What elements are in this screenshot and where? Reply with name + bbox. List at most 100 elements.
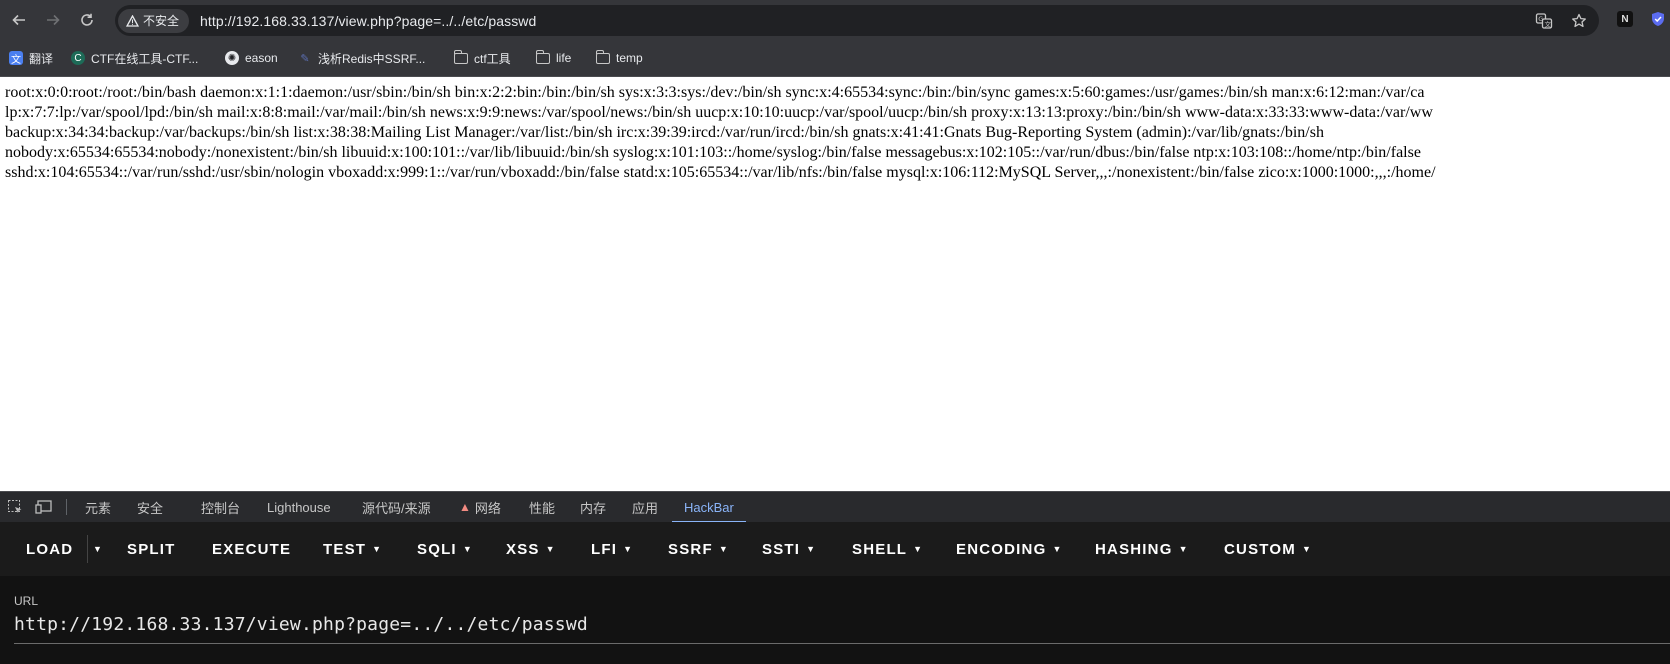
- page-content: root:x:0:0:root:/root:/bin/bash daemon:x…: [0, 77, 1670, 491]
- tab-label: 控制台: [201, 500, 241, 516]
- caret-down-icon: ▼: [1301, 544, 1313, 554]
- back-button[interactable]: [8, 9, 30, 31]
- warning-icon: [126, 14, 139, 27]
- page-icon: ✎: [300, 52, 310, 65]
- bookmark-label: eason: [245, 51, 278, 65]
- tab-label: 源代码/来源: [362, 500, 431, 516]
- translate-icon: 文: [9, 51, 23, 66]
- passwd-line: sshd:x:104:65534::/var/run/sshd:/usr/sbi…: [5, 164, 1436, 181]
- tab-network[interactable]: ▲ 网络: [459, 492, 501, 522]
- caret-down-icon: ▼: [462, 544, 473, 554]
- tab-performance[interactable]: 性能: [529, 492, 555, 522]
- extension-badge: N: [1621, 13, 1629, 25]
- hackbar-execute-button[interactable]: EXECUTE: [212, 522, 291, 576]
- hackbar-lfi-menu[interactable]: LFI ▼: [591, 522, 633, 576]
- button-divider: [87, 535, 88, 563]
- tab-memory[interactable]: 内存: [580, 492, 606, 522]
- caret-down-icon: ▼: [1052, 544, 1063, 554]
- caret-down-icon: ▼: [913, 544, 924, 554]
- security-chip[interactable]: 不安全: [118, 8, 190, 33]
- button-label: SHELL: [852, 540, 908, 558]
- hackbar-ssti-menu[interactable]: SSTI ▼: [762, 522, 816, 576]
- bookmark-folder-temp[interactable]: temp: [595, 40, 643, 76]
- inspect-element-icon[interactable]: [6, 498, 24, 516]
- caret-down-icon: ▼: [623, 544, 634, 554]
- tab-sources[interactable]: 源代码/来源: [362, 492, 431, 522]
- tab-console[interactable]: 控制台: [201, 492, 240, 522]
- folder-icon: [535, 49, 550, 64]
- bookmark-ctf-tools[interactable]: C CTF在线工具-CTF...: [71, 40, 198, 76]
- bookmarks-bar: 文 翻译 C CTF在线工具-CTF... ✺ eason ✎ 浅析Redis中…: [0, 40, 1670, 77]
- passwd-output: root:x:0:0:root:/root:/bin/bash daemon:x…: [5, 83, 1670, 183]
- devtools-tab-bar: 元素 安全 控制台 Lighthouse 源代码/来源 ▲ 网络 性能 内存 应…: [0, 491, 1670, 523]
- hackbar-hashing-menu[interactable]: HASHING ▼: [1095, 522, 1189, 576]
- svg-text:G: G: [1538, 15, 1543, 23]
- caret-down-icon: ▼: [545, 544, 556, 554]
- extension-shield-icon[interactable]: [1650, 11, 1666, 27]
- reload-button[interactable]: [76, 9, 98, 31]
- reload-icon: [81, 13, 93, 26]
- tab-label: 性能: [529, 500, 556, 516]
- tab-elements[interactable]: 元素: [85, 492, 111, 522]
- bookmark-star-icon[interactable]: [1571, 13, 1587, 29]
- button-label: LFI: [591, 540, 618, 558]
- caret-down-icon: ▼: [1178, 544, 1189, 554]
- tab-hackbar[interactable]: HackBar: [672, 492, 746, 523]
- bookmark-folder-ctf[interactable]: ctf工具: [453, 40, 511, 76]
- hackbar-load-button[interactable]: LOAD: [26, 522, 73, 576]
- security-label: 不安全: [143, 14, 180, 28]
- hackbar-sqli-menu[interactable]: SQLI ▼: [417, 522, 473, 576]
- hackbar-shell-menu[interactable]: SHELL ▼: [852, 522, 923, 576]
- bookmark-translate[interactable]: 文 翻译: [9, 40, 53, 76]
- bookmark-label: ctf工具: [474, 51, 511, 66]
- passwd-line: backup:x:34:34:backup:/var/backups:/bin/…: [5, 124, 1324, 141]
- button-label: XSS: [506, 540, 540, 558]
- address-text[interactable]: http://192.168.33.137/view.php?page=../.…: [200, 13, 536, 29]
- passwd-line: nobody:x:65534:65534:nobody:/nonexistent…: [5, 144, 1421, 161]
- forward-button[interactable]: [42, 9, 64, 31]
- hackbar-load-dropdown[interactable]: ▼: [93, 522, 103, 576]
- passwd-line: lp:x:7:7:lp:/var/spool/lpd:/bin/sh mail:…: [5, 104, 1433, 121]
- address-bar[interactable]: 不安全 http://192.168.33.137/view.php?page=…: [115, 5, 1599, 36]
- bookmark-folder-life[interactable]: life: [535, 40, 572, 76]
- button-label: SQLI: [417, 540, 457, 558]
- url-field-underline: [14, 643, 1670, 644]
- tab-label: 安全: [137, 500, 164, 516]
- tab-lighthouse[interactable]: Lighthouse: [267, 492, 331, 522]
- arrow-left-icon: [12, 14, 25, 26]
- button-label: SSTI: [762, 540, 801, 558]
- tab-security[interactable]: 安全: [137, 492, 163, 522]
- button-label: ENCODING: [956, 540, 1047, 558]
- extension-n-icon[interactable]: N: [1617, 11, 1633, 27]
- bookmark-label: life: [556, 51, 572, 65]
- device-toolbar-icon[interactable]: [35, 498, 53, 516]
- hackbar-url-input[interactable]: http://192.168.33.137/view.php?page=../.…: [14, 614, 588, 635]
- hackbar-url-panel: URL http://192.168.33.137/view.php?page=…: [0, 576, 1670, 664]
- svg-text:文: 文: [1545, 19, 1552, 28]
- hackbar-custom-menu[interactable]: CUSTOM ▼: [1224, 522, 1312, 576]
- tab-label: 内存: [580, 500, 607, 516]
- hackbar-ssrf-menu[interactable]: SSRF ▼: [668, 522, 729, 576]
- hackbar-encoding-menu[interactable]: ENCODING ▼: [956, 522, 1063, 576]
- hackbar-xss-menu[interactable]: XSS ▼: [506, 522, 556, 576]
- tab-label: Lighthouse: [267, 499, 331, 515]
- tab-application[interactable]: 应用: [632, 492, 658, 522]
- url-field-label: URL: [14, 594, 39, 608]
- button-label: CUSTOM: [1224, 540, 1296, 558]
- button-label: TEST: [323, 540, 367, 558]
- hackbar-split-button[interactable]: SPLIT: [127, 522, 176, 576]
- caret-down-icon: ▼: [718, 544, 729, 554]
- bookmark-redis-ssrf[interactable]: ✎ 浅析Redis中SSRF...: [298, 40, 425, 76]
- tab-separator: [66, 499, 67, 515]
- bookmark-label: 翻译: [29, 51, 54, 66]
- caret-down-icon: ▼: [806, 544, 817, 554]
- arrow-right-icon: [47, 14, 60, 26]
- button-label: SSRF: [668, 540, 713, 558]
- bookmark-eason[interactable]: ✺ eason: [225, 40, 278, 76]
- browser-toolbar: 不安全 http://192.168.33.137/view.php?page=…: [0, 0, 1670, 40]
- openai-icon: ✺: [225, 51, 239, 65]
- folder-icon: [453, 49, 468, 64]
- translate-page-icon[interactable]: G文: [1535, 12, 1553, 30]
- folder-icon: [595, 49, 610, 64]
- hackbar-test-menu[interactable]: TEST ▼: [323, 522, 382, 576]
